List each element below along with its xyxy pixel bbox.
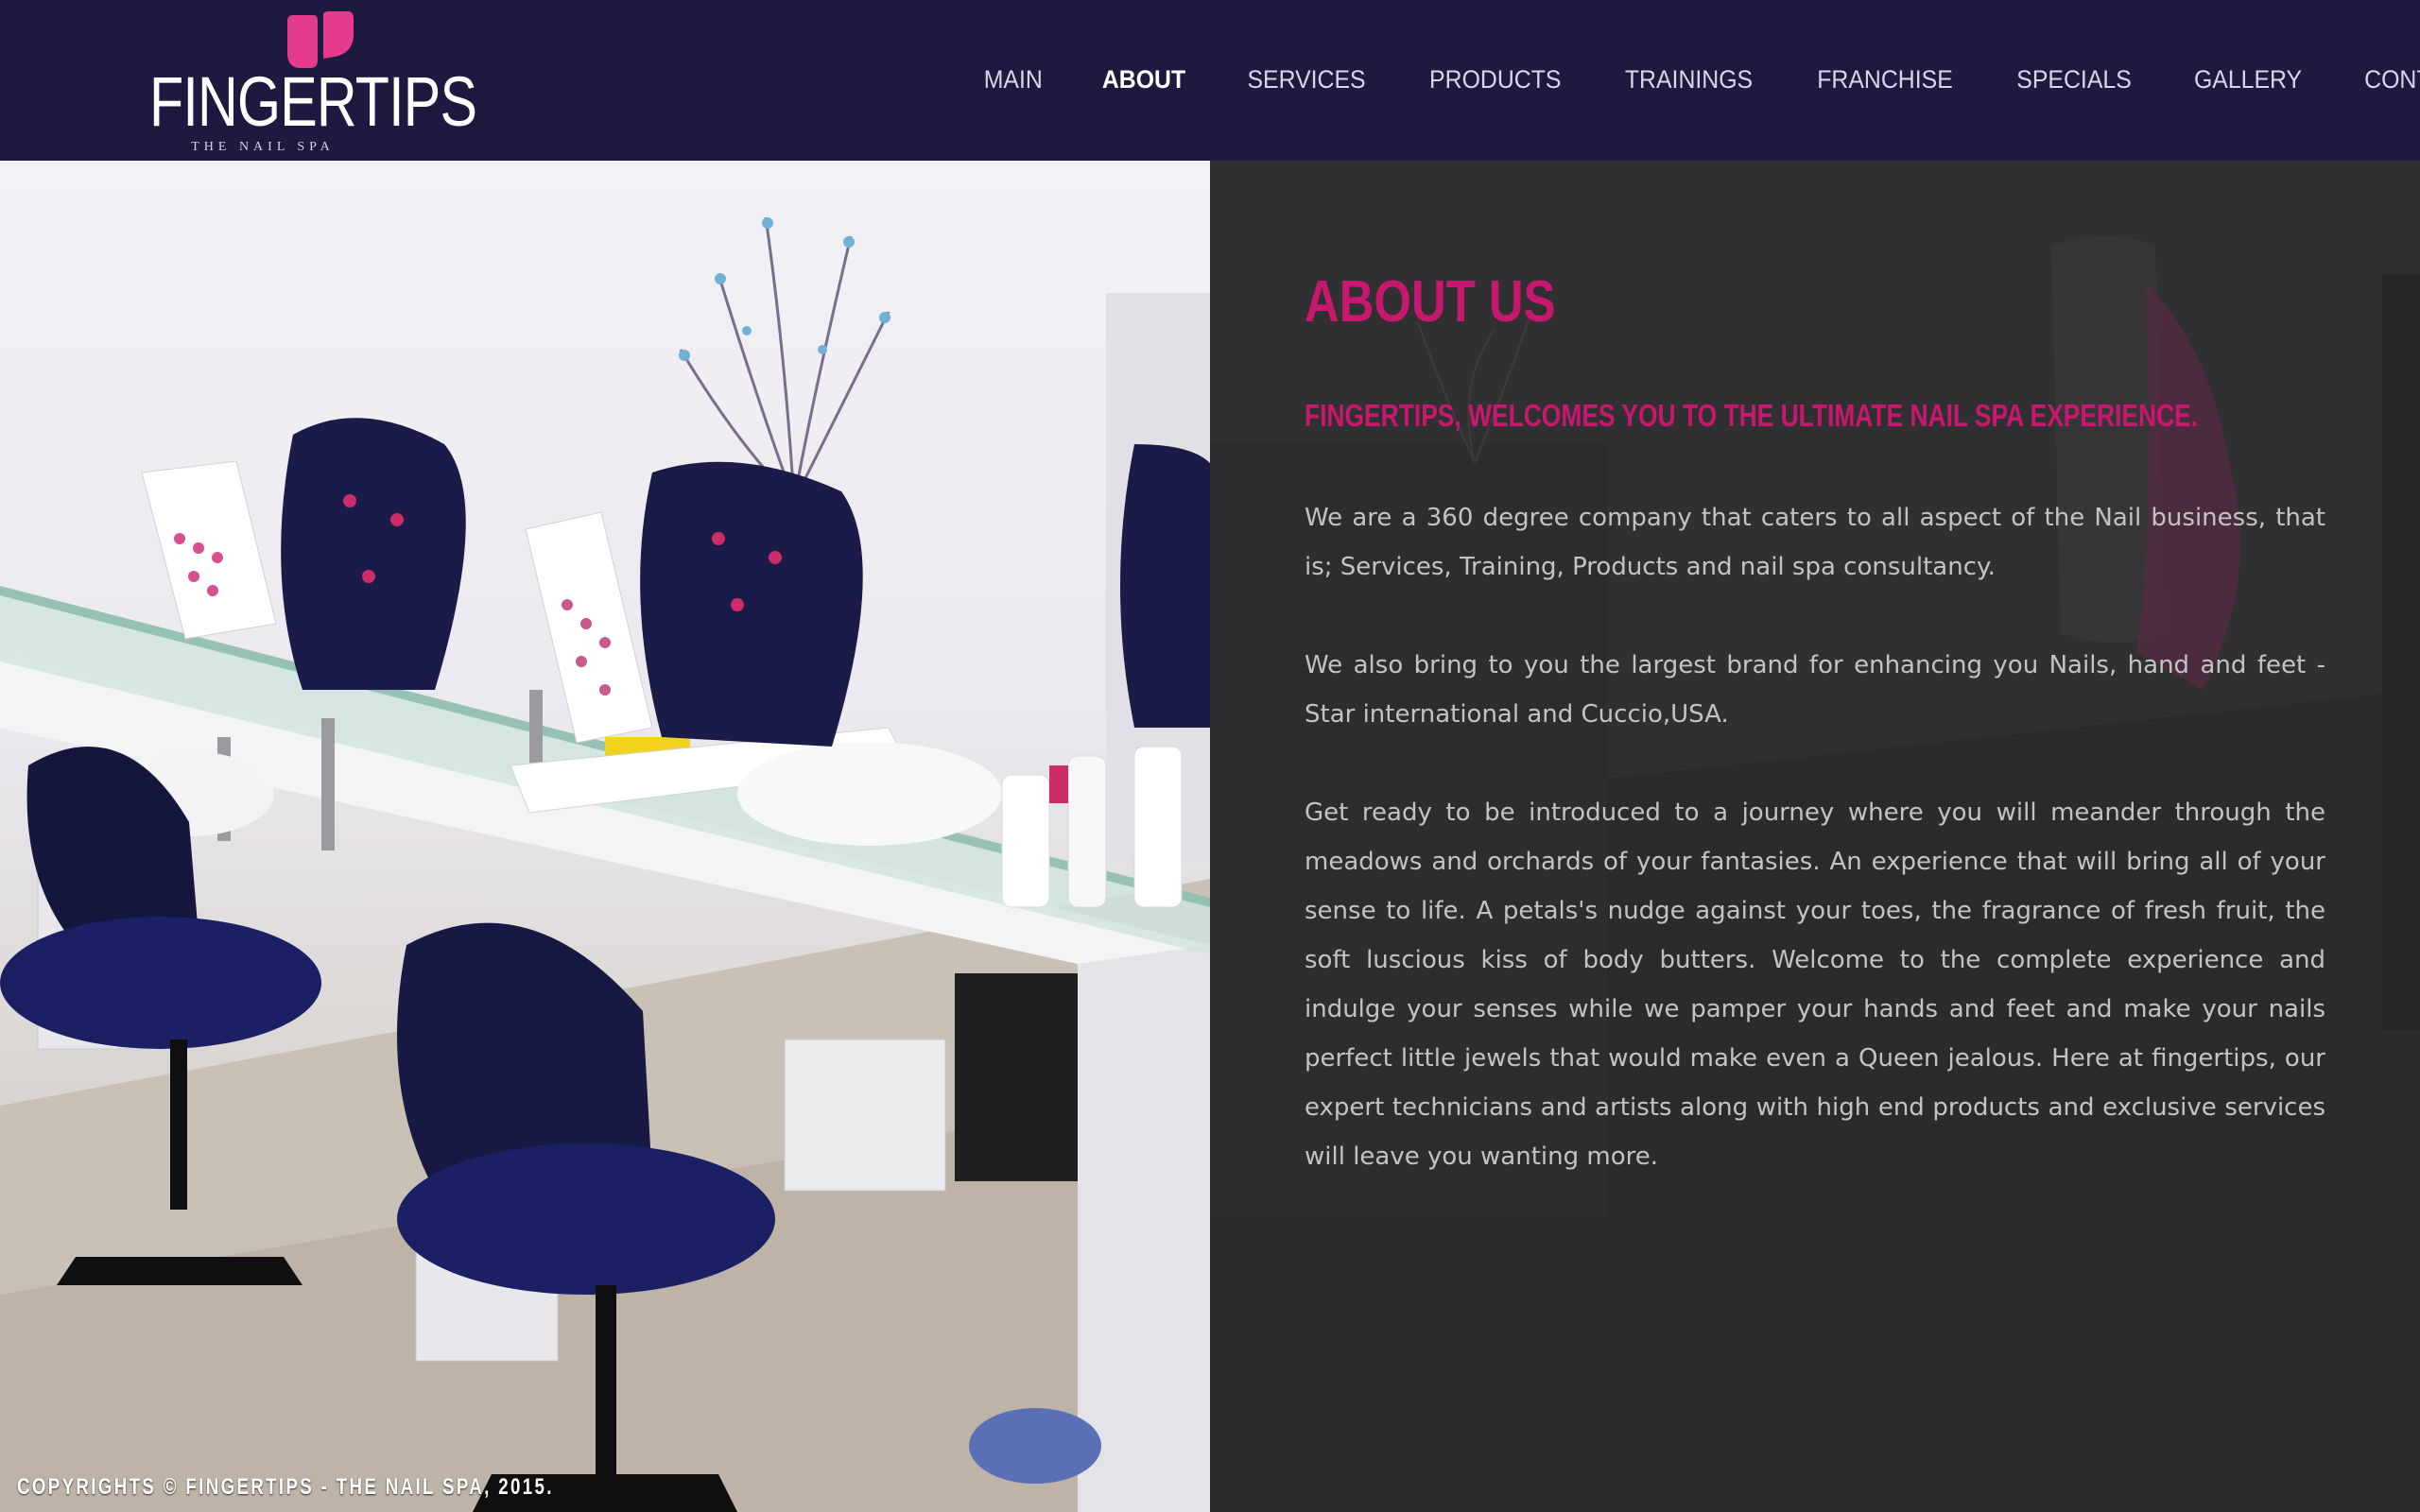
main-nav: MAIN ABOUT SERVICES PRODUCTS TRAININGS F…: [955, 53, 2420, 106]
nav-item-gallery[interactable]: GALLERY: [2169, 53, 2326, 106]
brand-tagline: THE NAIL SPA: [191, 140, 335, 154]
salon-photo: [0, 161, 1210, 1512]
nav-item-specials[interactable]: SPECIALS: [1993, 53, 2156, 106]
nav-item-products[interactable]: PRODUCTS: [1405, 53, 1585, 106]
about-paragraph: We are a 360 degree company that caters …: [1305, 504, 2325, 581]
nav-item-main[interactable]: MAIN: [959, 53, 1067, 106]
nav-item-contact[interactable]: CONTACT: [2341, 53, 2420, 106]
brand-name: FINGERTIPS: [149, 62, 477, 141]
nav-item-about[interactable]: ABOUT: [1078, 53, 1210, 106]
about-panel: ABOUT US FINGERTIPS, WELCOMES YOU TO THE…: [1210, 161, 2420, 1512]
about-paragraph: We also bring to you the largest brand f…: [1305, 651, 2325, 729]
copyright-text: COPYRIGHTS © FINGERTIPS - THE NAIL SPA, …: [17, 1474, 554, 1500]
nav-item-services[interactable]: SERVICES: [1222, 53, 1390, 106]
about-content: ABOUT US FINGERTIPS, WELCOMES YOU TO THE…: [1305, 265, 2325, 1181]
site-header: FINGERTIPS THE NAIL SPA MAIN ABOUT SERVI…: [0, 0, 2420, 161]
about-paragraph: Get ready to be introduced to a journey …: [1305, 799, 2325, 1171]
brand-logo[interactable]: FINGERTIPS THE NAIL SPA: [149, 8, 477, 155]
nav-item-trainings[interactable]: TRAININGS: [1600, 53, 1777, 106]
welcome-heading: FINGERTIPS, WELCOMES YOU TO THE ULTIMATE…: [1305, 398, 2199, 433]
nav-item-franchise[interactable]: FRANCHISE: [1793, 53, 1978, 106]
page-title: ABOUT US: [1305, 269, 1556, 335]
salon-illustration: [0, 216, 1210, 1512]
